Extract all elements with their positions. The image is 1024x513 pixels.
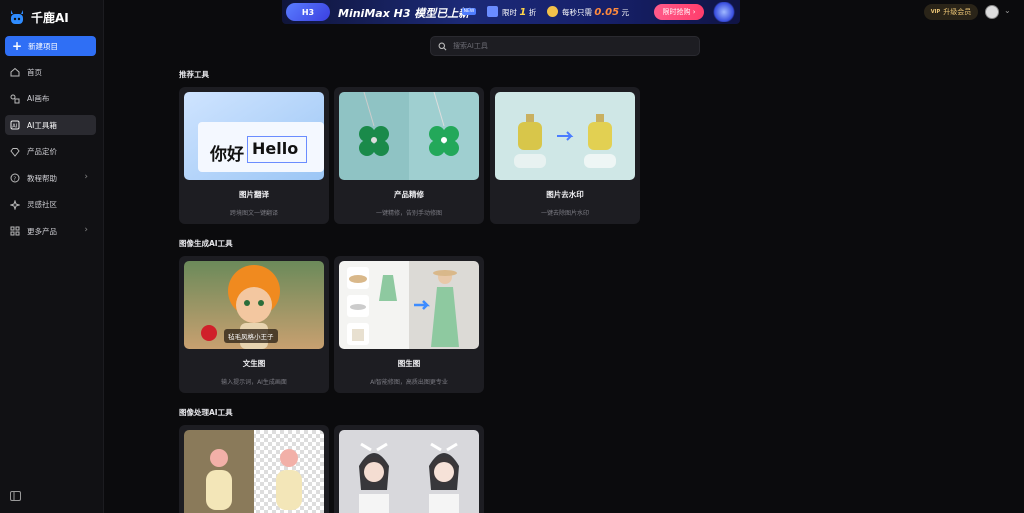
svg-text:AI: AI (12, 124, 17, 130)
section-title-image-generation: 图像生成AI工具 (179, 239, 233, 248)
tool-desc: 跨境图文一键翻译 (229, 210, 278, 217)
tool-card-image-translate[interactable]: 你好 Hello 图片翻译 跨境图文一键翻译 (179, 87, 329, 224)
banner-title: MiniMax H3 模型已上新 (338, 7, 470, 20)
tool-thumbnail (339, 430, 479, 513)
tool-desc: 输入提示词，AI生成画面 (221, 379, 287, 386)
tool-thumbnail: 毡毛风格小王子 (184, 261, 324, 349)
deer-logo-icon (11, 10, 23, 24)
sidebar-item-community[interactable]: 灵感社区 (5, 195, 96, 215)
tool-card-remove-watermark[interactable]: 图片去水印 一键去除图片水印 (490, 87, 640, 224)
help-icon: ? (10, 173, 20, 183)
upgrade-label: 升级会员 (943, 8, 972, 16)
tool-title: 文生图 (242, 359, 266, 368)
sidebar-item-label: AI画布 (27, 94, 50, 103)
gift-icon (487, 6, 498, 17)
tool-card-product-retouch[interactable]: 产品精修 一键精修，告别手动修图 (334, 87, 484, 224)
coin-icon (547, 6, 558, 17)
tool-card-text-to-image[interactable]: 毡毛风格小王子 文生图 输入提示词，AI生成画面 (179, 256, 329, 393)
sidebar-item-label: 首页 (27, 67, 42, 77)
tool-thumbnail: 你好 Hello (184, 92, 324, 180)
svg-text:?: ? (13, 176, 16, 182)
tool-card-portrait-enhance[interactable] (334, 425, 484, 513)
grid-icon (10, 226, 20, 236)
new-project-label: 新建项目 (28, 41, 59, 51)
vip-tag: VIP (930, 9, 941, 15)
tool-thumbnail (339, 261, 479, 349)
sidebar-collapse-icon[interactable] (10, 491, 21, 501)
price-per-second: 每秒只需 0.05 元 (562, 7, 629, 18)
sidebar-item-canvas[interactable]: AI画布 (5, 89, 96, 109)
thumb-text-english: Hello (252, 139, 299, 158)
section-title-recommended: 推荐工具 (179, 70, 209, 79)
sparkle-decoration-icon (712, 2, 736, 22)
style-sticker: 毡毛风格小王子 (224, 329, 278, 343)
tool-title: 图生图 (397, 359, 421, 368)
promo-banner[interactable]: H3 MiniMax H3 模型已上新 NEW 限时 1 折 每秒只需 0.05… (282, 0, 740, 24)
pricing-icon (10, 147, 20, 157)
sidebar-item-help[interactable]: ? 教程帮助 › (5, 168, 96, 188)
home-icon (10, 67, 20, 77)
chevron-down-icon[interactable]: ⌄ (1004, 6, 1011, 15)
sidebar-item-home[interactable]: 首页 (5, 62, 96, 82)
canvas-icon (10, 94, 20, 103)
tool-desc: 一键精修，告别手动修图 (375, 210, 442, 217)
limited-discount: 限时 1 折 (502, 7, 537, 18)
tool-title: 图片翻译 (239, 190, 269, 199)
sidebar-item-pricing[interactable]: 产品定价 (5, 142, 96, 162)
logo[interactable]: 千鹿AI (8, 8, 69, 26)
tool-desc: 一键去除图片水印 (540, 210, 589, 217)
chevron-right-icon: › (84, 225, 88, 235)
new-tag: NEW (462, 8, 476, 15)
tool-thumbnail (184, 430, 324, 513)
sidebar: 千鹿AI + 新建项目 首页 AI画布 AI AI工具箱 产品定价 ? 教程帮助… (0, 0, 104, 513)
buy-now-button[interactable]: 限时抢购 › (654, 4, 704, 20)
sidebar-item-toolbox[interactable]: AI AI工具箱 (5, 115, 96, 135)
avatar[interactable] (985, 5, 999, 19)
h3-badge: H3 (286, 3, 330, 21)
app-root: 千鹿AI + 新建项目 首页 AI画布 AI AI工具箱 产品定价 ? 教程帮助… (0, 0, 1024, 513)
tool-thumbnail (495, 92, 635, 180)
sidebar-item-label: AI工具箱 (27, 120, 57, 130)
sparkle-icon (10, 199, 20, 210)
sidebar-item-label: 更多产品 (27, 226, 57, 236)
tool-title: 产品精修 (394, 190, 424, 199)
new-project-button[interactable]: + 新建项目 (5, 36, 96, 56)
thumb-text-chinese: 你好 (210, 145, 244, 165)
tool-desc: AI智能修图，高质出图更专业 (370, 379, 448, 386)
chevron-right-icon: › (84, 172, 88, 182)
sidebar-item-label: 产品定价 (27, 147, 57, 156)
sidebar-item-more-products[interactable]: 更多产品 › (5, 221, 96, 241)
search-input[interactable] (453, 42, 693, 50)
toolbox-icon: AI (10, 120, 20, 130)
sidebar-item-label: 灵感社区 (27, 200, 57, 209)
plus-icon: + (12, 39, 23, 53)
tool-card-remove-background[interactable] (179, 425, 329, 513)
app-name: 千鹿AI (31, 10, 69, 25)
tool-thumbnail (339, 92, 479, 180)
tool-card-image-to-image[interactable]: 图生图 AI智能修图，高质出图更专业 (334, 256, 484, 393)
sidebar-item-label: 教程帮助 (27, 173, 57, 183)
tool-title: 图片去水印 (546, 190, 584, 199)
section-title-image-processing: 图像处理AI工具 (179, 408, 233, 417)
search-icon (438, 42, 447, 50)
search-bar[interactable] (430, 36, 700, 56)
upgrade-vip-button[interactable]: VIP 升级会员 (924, 4, 978, 20)
sidebar-nav: 首页 AI画布 AI AI工具箱 产品定价 ? 教程帮助 › 灵感社区 更多产品… (5, 62, 96, 248)
